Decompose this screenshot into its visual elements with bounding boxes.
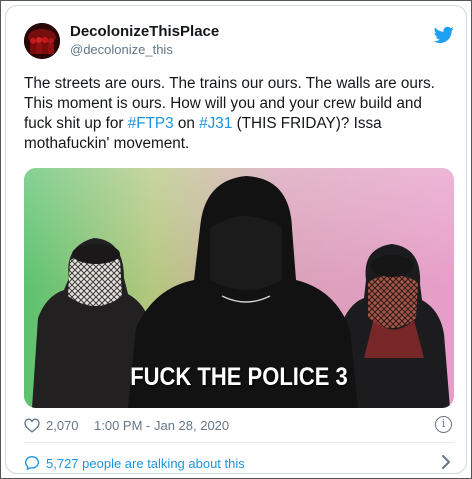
divider (24, 442, 454, 443)
tweet-media-image[interactable]: FUCK THE POLICE 3 (24, 168, 454, 408)
heart-icon[interactable] (24, 418, 40, 433)
twitter-bird-icon[interactable] (433, 26, 454, 44)
tweet-text: The streets are ours. The trains our our… (24, 74, 454, 154)
like-count[interactable]: 2,070 (46, 418, 79, 433)
avatar[interactable] (24, 23, 60, 59)
speech-bubble-icon (24, 455, 40, 471)
hashtag-j31-link[interactable]: #J31 (199, 115, 232, 132)
author-handle[interactable]: @decolonize_this (70, 41, 219, 59)
conversation-count-text: 5,727 people are talking about this (46, 456, 245, 471)
author-names: DecolonizeThisPlace @decolonize_this (70, 23, 219, 59)
tweet-meta: 2,070 1:00 PM - Jan 28, 2020 i (24, 416, 454, 436)
chevron-right-icon[interactable] (440, 454, 452, 470)
info-icon[interactable]: i (435, 416, 452, 433)
conversation-link[interactable]: 5,727 people are talking about this (24, 454, 454, 473)
tweet-timestamp[interactable]: 1:00 PM - Jan 28, 2020 (94, 418, 229, 433)
tweet-card: DecolonizeThisPlace @decolonize_this The… (5, 5, 467, 474)
hashtag-ftp3-link[interactable]: #FTP3 (128, 115, 174, 132)
tweet-text-part: on (173, 115, 200, 132)
video-caption: FUCK THE POLICE 3 (130, 362, 348, 391)
author-display-name[interactable]: DecolonizeThisPlace (70, 23, 219, 41)
tweet-header: DecolonizeThisPlace @decolonize_this (24, 20, 454, 66)
